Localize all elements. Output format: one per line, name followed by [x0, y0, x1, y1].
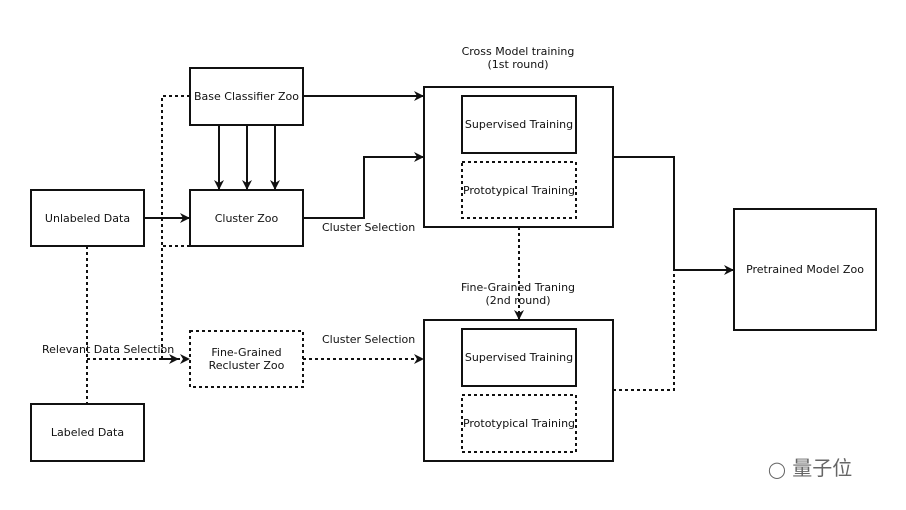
pretrained-model-zoo-label: Pretrained Model Zoo — [746, 263, 864, 276]
edge-round2-to-pretrained — [613, 270, 675, 391]
edge-cluster-to-round1 — [303, 152, 424, 219]
cluster-selection-label-1: Cluster Selection — [322, 221, 416, 234]
watermark: ◯ 量子位 — [768, 452, 852, 481]
wechat-icon: ◯ — [768, 460, 786, 479]
round1-supervised-label: Supervised Training — [464, 118, 574, 131]
edge-base-dotted-down — [161, 95, 190, 359]
round1-title: Cross Model training (1st round) — [461, 45, 575, 71]
base-classifier-zoo-label: Base Classifier Zoo — [194, 90, 299, 103]
fine-grained-recluster-zoo-label: Fine-Grained Recluster Zoo — [208, 346, 285, 372]
labeled-data-label: Labeled Data — [50, 426, 125, 439]
watermark-text: 量子位 — [792, 456, 853, 480]
round2-title: Fine-Grained Traning (2nd round) — [460, 281, 576, 307]
round1-prototypical-label: Prototypical Training — [462, 183, 576, 197]
edge-round1-to-pretrained — [613, 156, 734, 275]
round2-supervised-label: Supervised Training — [464, 351, 574, 364]
cluster-zoo-label: Cluster Zoo — [214, 211, 279, 225]
unlabeled-data-label: Unlabeled Data — [44, 211, 131, 225]
relevant-data-selection-label: Relevant Data Selection — [42, 343, 175, 356]
round2-prototypical-label: Prototypical Training — [462, 417, 576, 430]
cluster-selection-label-2: Cluster Selection — [322, 333, 416, 346]
